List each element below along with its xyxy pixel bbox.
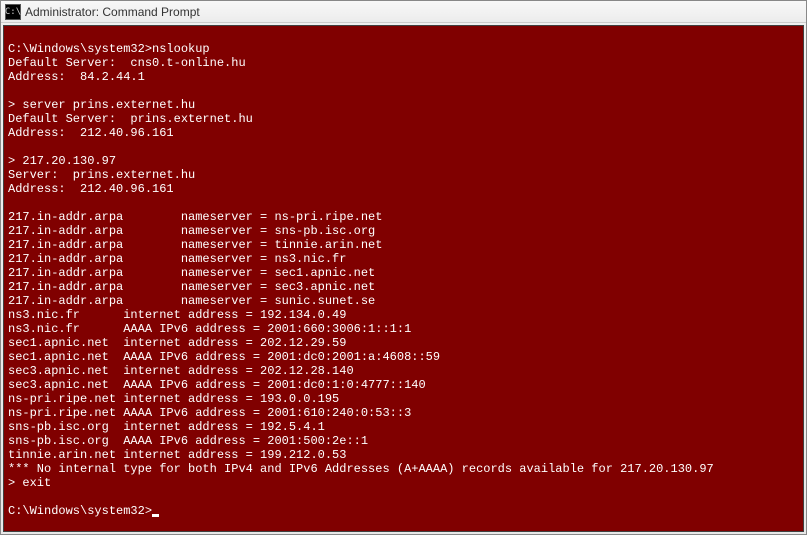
titlebar[interactable]: C:\ Administrator: Command Prompt	[1, 1, 806, 23]
cursor	[152, 514, 159, 517]
cmd-icon: C:\	[5, 4, 21, 20]
command-prompt-window: C:\ Administrator: Command Prompt C:\Win…	[0, 0, 807, 535]
terminal-output[interactable]: C:\Windows\system32>nslookup Default Ser…	[3, 25, 804, 532]
window-title: Administrator: Command Prompt	[25, 5, 200, 19]
